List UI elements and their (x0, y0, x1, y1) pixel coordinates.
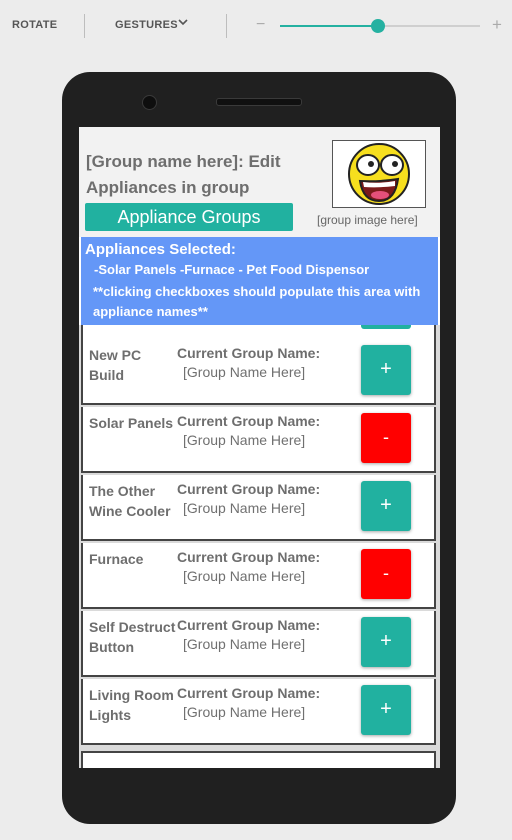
current-group-value: [Group Name Here] (183, 364, 306, 380)
chevron-down-icon[interactable] (177, 16, 189, 31)
selected-appliances-note: **clicking checkboxes should populate th… (93, 284, 421, 319)
current-group-label: Current Group Name: (177, 617, 321, 633)
current-group-label: Current Group Name: (177, 549, 321, 565)
group-image[interactable] (332, 140, 426, 208)
appliance-name: Living Room Lights (89, 687, 174, 723)
rotate-button[interactable]: ROTATE (12, 19, 57, 31)
current-group-value: [Group Name Here] (183, 432, 306, 448)
appliance-name: The Other Wine Cooler (89, 483, 171, 519)
current-group-value: [Group Name Here] (183, 568, 306, 584)
emulator-toolbar: ROTATE GESTURES − + (0, 0, 512, 52)
toolbar-divider (84, 14, 85, 38)
list-item (81, 751, 436, 768)
remove-button[interactable]: - (361, 413, 411, 463)
selected-appliances-panel: Appliances Selected: -Solar Panels -Furn… (81, 237, 438, 325)
app-screen: [Group name here]: Edit Appliances in gr… (79, 127, 440, 768)
appliance-groups-button[interactable]: Appliance Groups (85, 203, 293, 231)
add-button[interactable]: + (361, 345, 411, 395)
add-button[interactable] (361, 325, 411, 329)
page-header: [Group name here]: Edit Appliances in gr… (79, 127, 440, 237)
smiley-face-icon (348, 143, 410, 205)
list-item: Living Room Lights Current Group Name: [… (81, 679, 436, 745)
remove-button[interactable]: - (361, 549, 411, 599)
list-item: Furnace Current Group Name: [Group Name … (81, 543, 436, 609)
zoom-slider-thumb[interactable] (371, 19, 385, 33)
current-group-label: Current Group Name: (177, 345, 321, 361)
current-group-label: Current Group Name: (177, 685, 321, 701)
add-button[interactable]: + (361, 481, 411, 531)
group-image-caption: [group image here] (317, 213, 418, 227)
current-group-value: [Group Name Here] (183, 636, 306, 652)
zoom-out-button[interactable]: − (256, 16, 265, 34)
add-button[interactable]: + (361, 685, 411, 735)
current-group-label: Current Group Name: (177, 413, 321, 429)
camera-icon (142, 95, 157, 110)
list-item: Self Destruct Button Current Group Name:… (81, 611, 436, 677)
toolbar-divider (226, 14, 227, 38)
list-item: New PC Build Current Group Name: [Group … (81, 339, 436, 405)
appliance-name: Self Destruct Button (89, 619, 176, 655)
appliance-name: New PC Build (89, 347, 142, 383)
gestures-dropdown[interactable]: GESTURES (115, 19, 178, 31)
speaker-grille (216, 98, 302, 106)
list-item: Solar Panels Current Group Name: [Group … (81, 407, 436, 473)
selected-appliances-title: Appliances Selected: (85, 241, 236, 258)
zoom-slider-fill[interactable] (280, 25, 378, 27)
zoom-in-button[interactable]: + (492, 15, 502, 35)
list-item: The Other Wine Cooler Current Group Name… (81, 475, 436, 541)
selected-appliances-list: -Solar Panels -Furnace - Pet Food Dispen… (94, 262, 370, 277)
current-group-value: [Group Name Here] (183, 500, 306, 516)
zoom-slider-track[interactable] (378, 25, 480, 27)
current-group-label: Current Group Name: (177, 481, 321, 497)
add-button[interactable]: + (361, 617, 411, 667)
page-title: [Group name here]: Edit Appliances in gr… (86, 152, 281, 197)
appliance-name: Furnace (89, 551, 144, 567)
appliance-name: Solar Panels (89, 415, 174, 431)
current-group-value: [Group Name Here] (183, 704, 306, 720)
appliance-list: New PC Build Current Group Name: [Group … (79, 325, 440, 768)
